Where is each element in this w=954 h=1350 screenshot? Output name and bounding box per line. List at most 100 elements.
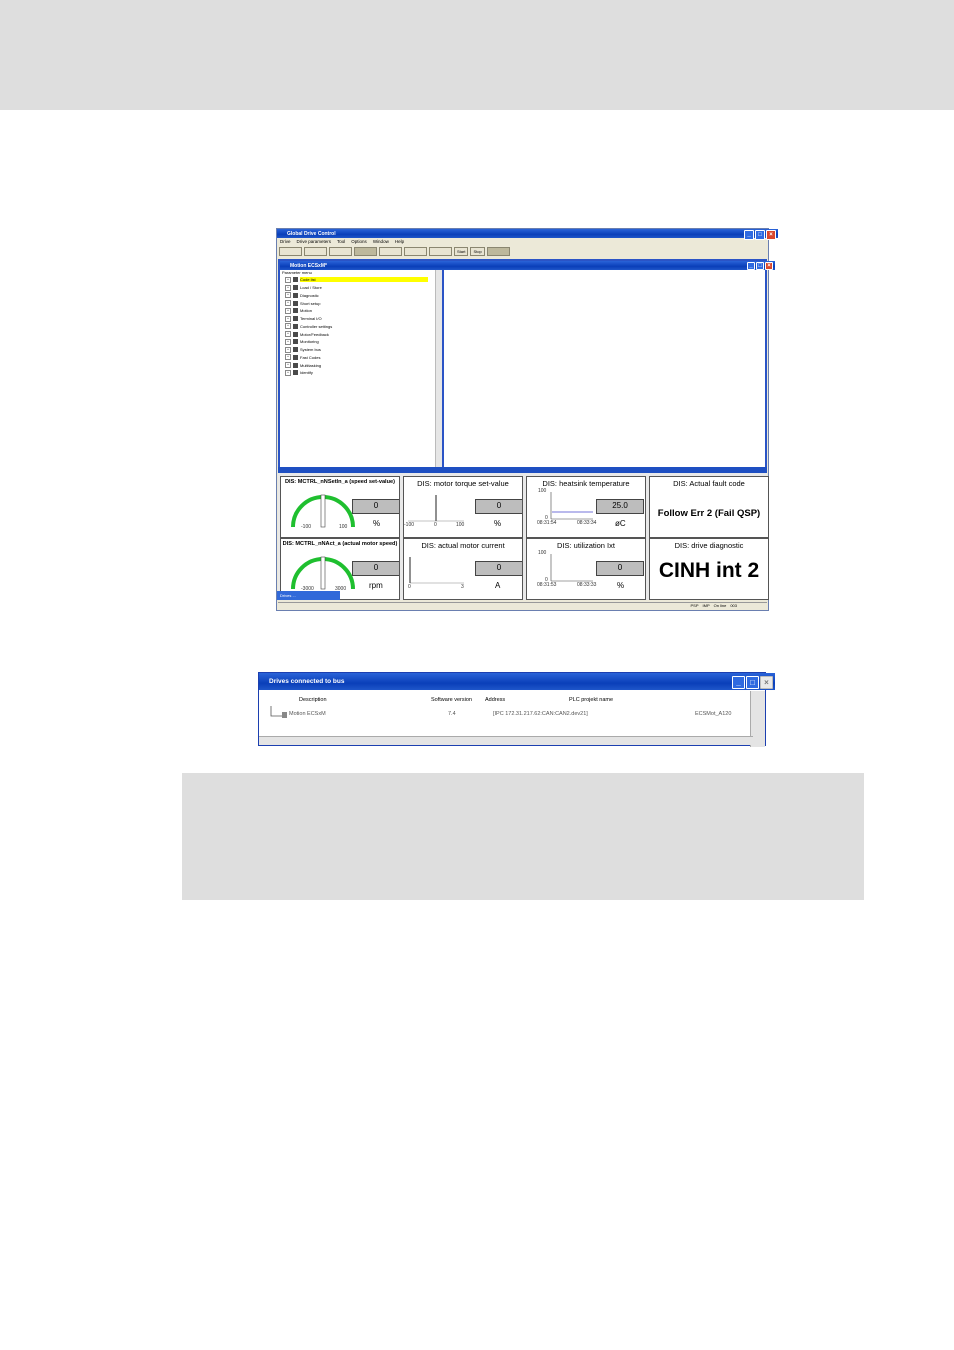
column-plc-name[interactable]: PLC projekt name xyxy=(569,697,613,703)
value-display: 0 xyxy=(596,561,644,576)
expand-icon[interactable]: + xyxy=(285,292,291,299)
drives-minimize-icon[interactable]: _ xyxy=(732,676,745,689)
time-start-label: 08:31:53 xyxy=(537,582,557,588)
expand-icon[interactable]: + xyxy=(285,307,291,314)
toolbar-button-upload[interactable] xyxy=(379,246,402,256)
menu-drive[interactable]: Drive xyxy=(280,239,291,244)
gdc-titlebar[interactable]: Global Drive Control _ □ × xyxy=(277,229,778,240)
column-software-version[interactable]: Software version xyxy=(431,697,472,703)
child-maximize-icon[interactable]: □ xyxy=(756,262,764,270)
expand-icon[interactable]: + xyxy=(285,323,291,330)
tree-item[interactable]: + Code list xyxy=(280,276,442,284)
tree-item[interactable]: + Terminal I/O xyxy=(280,315,442,323)
tree-item-label: System bus xyxy=(300,347,321,353)
drives-maximize-icon[interactable]: □ xyxy=(746,676,759,689)
panel-heatsink-temperature: DIS: heatsink temperature 100 0 08:31:54… xyxy=(526,476,646,538)
folder-icon xyxy=(293,300,298,306)
gauge-needle xyxy=(320,494,326,528)
status-bar: PSP IMP On line 003 xyxy=(278,602,767,610)
drives-close-icon[interactable]: × xyxy=(760,676,773,689)
menu-drive-parameters[interactable]: Drive parameters xyxy=(297,239,332,244)
drive-description[interactable]: Motion ECSxM xyxy=(289,711,326,717)
child-close-icon[interactable]: × xyxy=(765,262,773,270)
unit-label: A xyxy=(495,581,501,590)
axis-tick: 0 xyxy=(434,522,437,528)
tree-item[interactable]: + Multitasking xyxy=(280,361,442,369)
expand-icon[interactable]: + xyxy=(285,338,291,345)
toolbar-button-monitor[interactable] xyxy=(486,246,510,256)
panel-motor-current: DIS: actual motor current 0 3 0 A xyxy=(403,538,523,600)
child-title: Motion ECSxM* xyxy=(290,262,327,269)
axis-tick: 100 xyxy=(456,522,465,528)
monitor-panels: DIS: MCTRL_nNSetIn_a (speed set-value) -… xyxy=(278,473,769,600)
taskbar-drives-button[interactable]: Drives ... xyxy=(277,591,340,600)
gdc-title: Global Drive Control xyxy=(287,230,336,237)
expand-icon[interactable]: + xyxy=(285,369,291,376)
toolbar: Start Stop xyxy=(277,246,770,256)
tree-vertical-scrollbar[interactable] xyxy=(435,270,442,498)
expand-icon[interactable]: + xyxy=(285,362,291,369)
folder-icon xyxy=(293,354,298,360)
value-display: 0 xyxy=(352,561,399,576)
tree-item[interactable]: + Controller settings xyxy=(280,323,442,331)
panel-utilization: DIS: utilization Ixt 100 0 08:31:53 08:3… xyxy=(526,538,646,600)
tree-item[interactable]: + Load / Store xyxy=(280,284,442,292)
expand-icon[interactable]: + xyxy=(285,315,291,322)
gdc-window: Global Drive Control _ □ × Drive Drive p… xyxy=(276,228,778,611)
child-minimize-icon[interactable]: _ xyxy=(747,262,755,270)
drives-titlebar[interactable]: Drives connected to bus _ □ × xyxy=(259,673,775,690)
unit-label: % xyxy=(494,519,502,528)
folder-icon xyxy=(293,362,298,368)
status-imp: IMP xyxy=(702,603,710,608)
toolbar-button-new[interactable] xyxy=(279,246,302,256)
expand-icon[interactable]: + xyxy=(285,354,291,361)
status-code: 003 xyxy=(730,603,737,608)
tree-item-label: Diagnostic xyxy=(300,292,319,298)
tree-item[interactable]: + System bus xyxy=(280,346,442,354)
expand-icon[interactable]: + xyxy=(285,276,291,283)
unit-label: % xyxy=(373,519,381,528)
value-display: 0 xyxy=(475,499,522,514)
toolbar-button-save[interactable] xyxy=(329,246,352,256)
toolbar-button-open[interactable] xyxy=(304,246,327,256)
tree-item[interactable]: + Motion xyxy=(280,307,442,315)
stop-button[interactable]: Stop xyxy=(470,246,485,256)
toolbar-button-print[interactable] xyxy=(429,246,452,256)
column-description[interactable]: Description xyxy=(299,697,327,703)
tree-item[interactable]: + Motor/Feedback xyxy=(280,330,442,338)
gauge-max-label: 100 xyxy=(339,524,348,530)
expand-icon[interactable]: + xyxy=(285,284,291,291)
menu-window[interactable]: Window xyxy=(373,239,389,244)
tree-item[interactable]: + Short setup xyxy=(280,299,442,307)
panel-fault-code: DIS: Actual fault code Follow Err 2 (Fai… xyxy=(649,476,769,538)
toolbar-button-connect[interactable] xyxy=(354,246,377,256)
panel-drive-diagnostic: DIS: drive diagnostic CINH int 2 xyxy=(649,538,769,600)
folder-icon xyxy=(293,370,298,376)
child-titlebar[interactable]: Motion ECSxM* _ □ × xyxy=(280,261,775,270)
unit-label: rpm xyxy=(369,581,383,590)
tree-list: + Code list + Load / Store + Diagnostic + Short… xyxy=(280,276,442,377)
menu-tool[interactable]: Tool xyxy=(337,239,345,244)
tree-item-label: Monitoring xyxy=(300,339,319,345)
tree-item[interactable]: + Diagnostic xyxy=(280,292,442,300)
menu-help[interactable]: Help xyxy=(395,239,404,244)
y-max-label: 100 xyxy=(538,488,547,494)
tree-item[interactable]: + Monitoring xyxy=(280,338,442,346)
expand-icon[interactable]: + xyxy=(285,300,291,307)
tree-item[interactable]: + Identify xyxy=(280,369,442,377)
panel-torque-setvalue: DIS: motor torque set-value -100 0 100 0… xyxy=(403,476,523,538)
folder-icon xyxy=(293,323,298,329)
folder-icon xyxy=(293,292,298,298)
expand-icon[interactable]: + xyxy=(285,346,291,353)
menu-options[interactable]: Options xyxy=(351,239,367,244)
drive-software-version: 7.4 xyxy=(448,711,456,717)
expand-icon[interactable]: + xyxy=(285,331,291,338)
drives-horizontal-scrollbar[interactable] xyxy=(259,736,753,745)
start-button[interactable]: Start xyxy=(454,246,469,256)
toolbar-button-download[interactable] xyxy=(404,246,427,256)
unit-label: øC xyxy=(615,519,626,528)
status-psp: PSP xyxy=(690,603,699,608)
column-address[interactable]: Address xyxy=(485,697,505,703)
drive-plc-name: ECSMot_A120 xyxy=(695,711,732,717)
tree-item[interactable]: + Fast Codes xyxy=(280,354,442,362)
